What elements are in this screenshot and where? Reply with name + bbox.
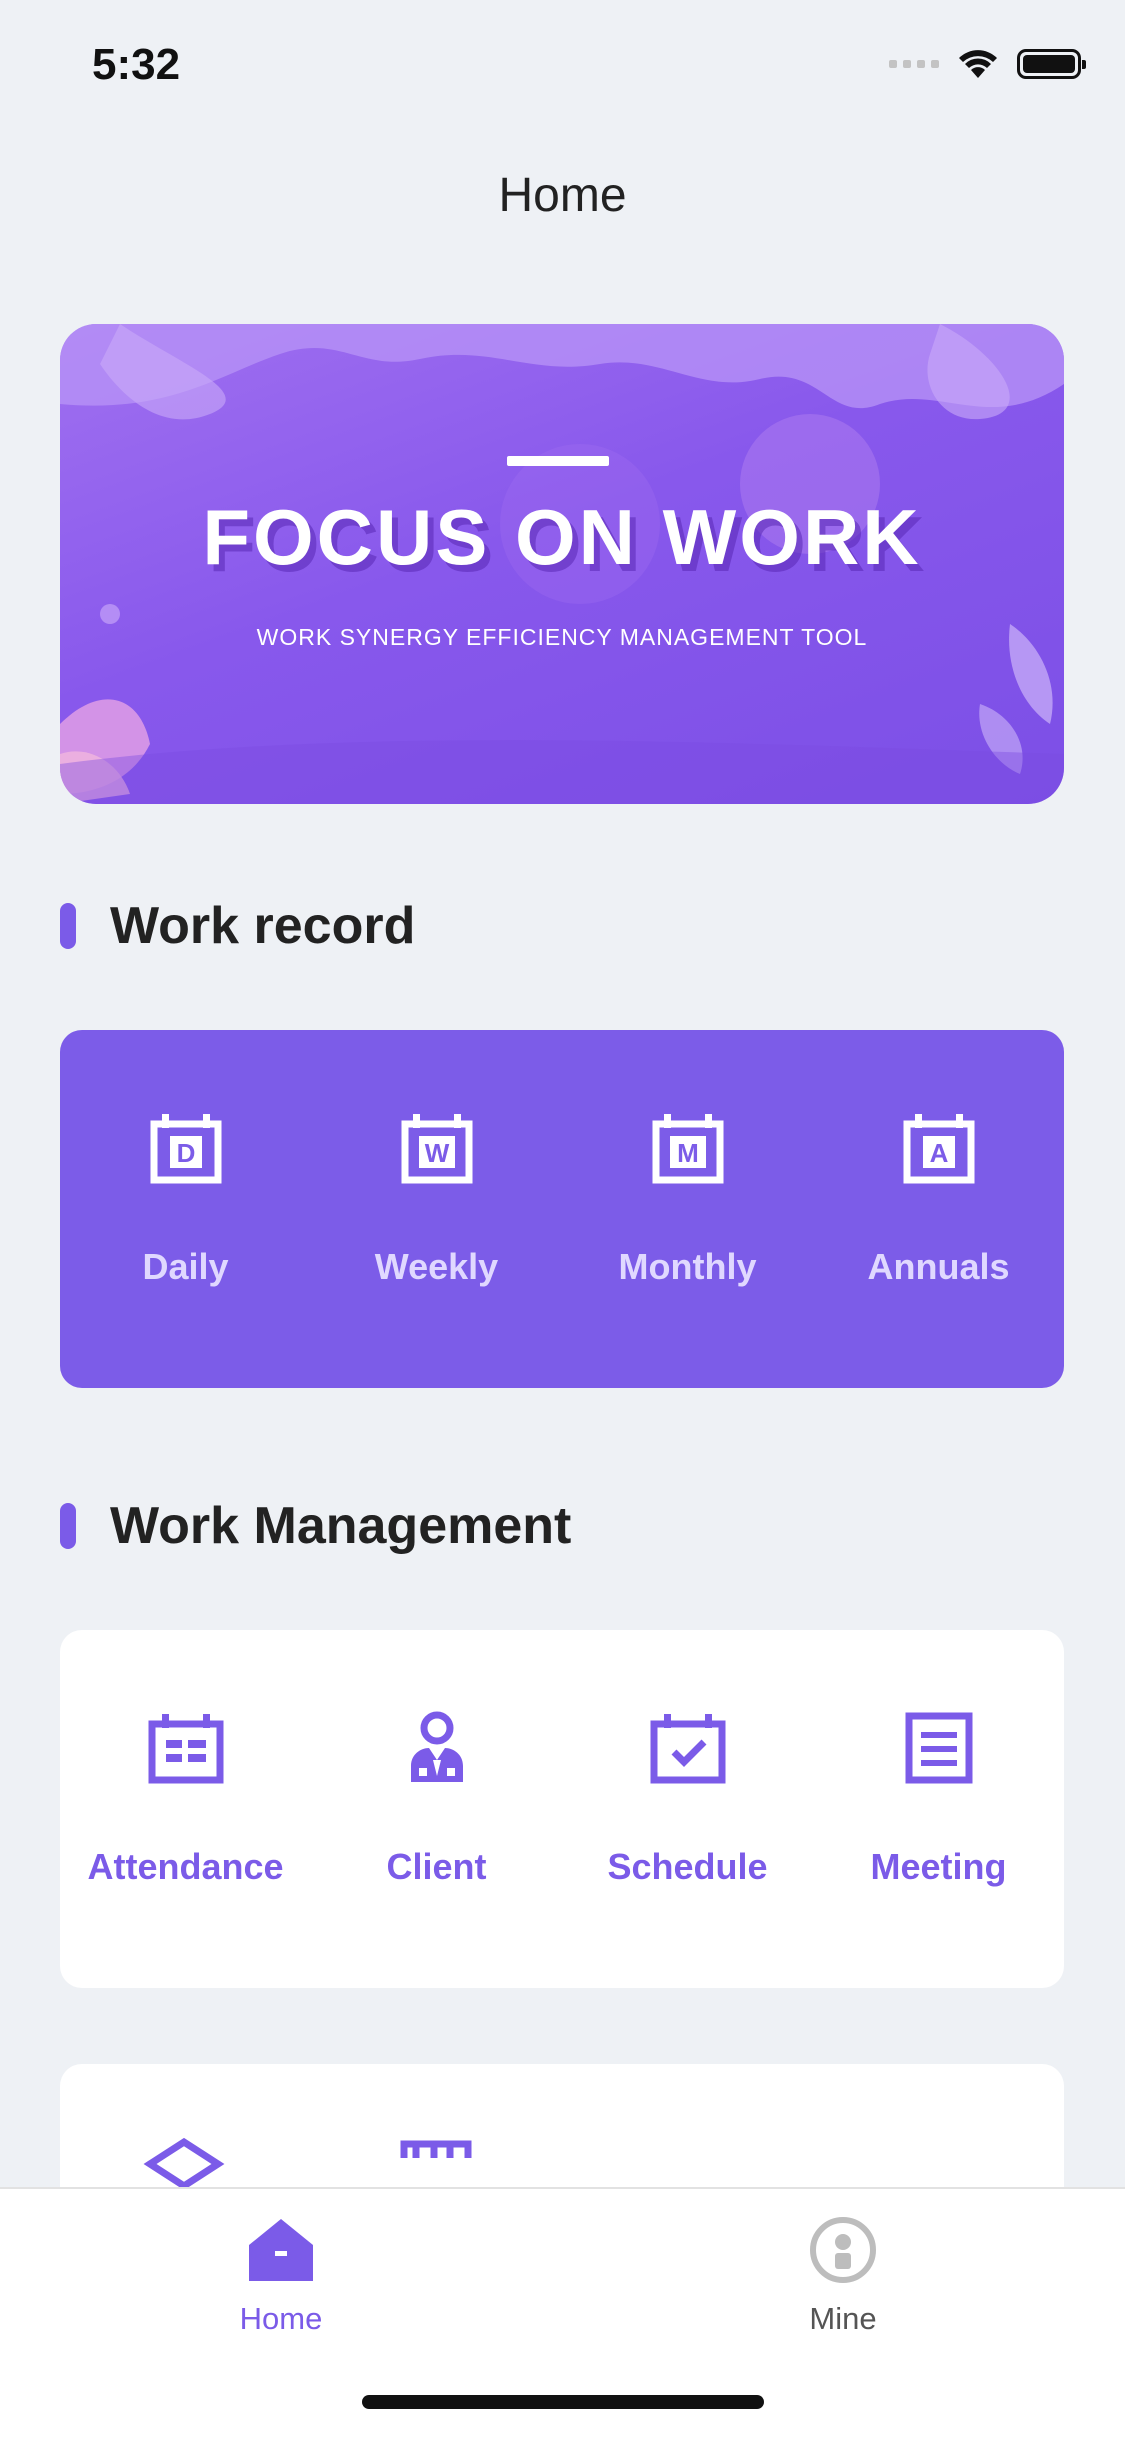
work-record-item-monthly[interactable]: M Monthly bbox=[562, 1030, 813, 1388]
svg-text:A: A bbox=[929, 1138, 948, 1168]
section-title-work-record: Work record bbox=[110, 897, 416, 955]
calendar-m-icon: M bbox=[652, 1114, 723, 1184]
work-management-card: Attendance Client Schedule Meeting bbox=[60, 1630, 1064, 1988]
calendar-w-icon: W bbox=[401, 1114, 472, 1184]
tab-mine[interactable]: Mine bbox=[562, 2189, 1124, 2349]
work-management-item-client[interactable]: Client bbox=[311, 1630, 562, 1988]
work-management-item-meeting[interactable]: Meeting bbox=[813, 1630, 1064, 1988]
svg-text:D: D bbox=[176, 1138, 195, 1168]
cellular-signal-icon bbox=[889, 60, 939, 68]
home-indicator bbox=[362, 2395, 764, 2409]
tab-label-home: Home bbox=[239, 2301, 323, 2336]
promo-banner[interactable]: FOCUS ON WORK WORK SYNERGY EFFICIENCY MA… bbox=[60, 324, 1064, 804]
wifi-icon bbox=[959, 50, 997, 78]
work-management-label: Schedule bbox=[607, 1846, 768, 1887]
work-management-label: Client bbox=[386, 1846, 487, 1887]
work-record-item-daily[interactable]: D Daily bbox=[60, 1030, 311, 1388]
work-record-label: Weekly bbox=[374, 1246, 499, 1287]
meeting-icon bbox=[905, 1712, 972, 1784]
calendar-a-icon: A bbox=[903, 1114, 974, 1184]
tab-home[interactable]: Home bbox=[0, 2189, 562, 2349]
svg-text:W: W bbox=[424, 1138, 449, 1168]
status-bar: 5:32 bbox=[0, 0, 1125, 140]
tab-label-mine: Mine bbox=[809, 2301, 877, 2336]
section-header-work-management: Work Management bbox=[60, 1496, 571, 1556]
calendar-d-icon: D bbox=[150, 1114, 221, 1184]
work-management-item-schedule[interactable]: Schedule bbox=[562, 1630, 813, 1988]
work-record-label: Daily bbox=[142, 1246, 229, 1287]
section-marker bbox=[60, 1503, 76, 1549]
work-management-label: Attendance bbox=[87, 1846, 284, 1887]
client-icon bbox=[410, 1711, 463, 1782]
banner-title: FOCUS ON WORK bbox=[202, 493, 922, 581]
banner-divider bbox=[507, 456, 609, 466]
schedule-icon bbox=[650, 1714, 725, 1784]
section-header-work-record: Work record bbox=[60, 896, 415, 956]
work-record-label: Annuals bbox=[867, 1246, 1010, 1287]
work-management-label: Meeting bbox=[870, 1846, 1007, 1887]
building-icon bbox=[400, 2140, 472, 2158]
attendance-icon bbox=[148, 1714, 223, 1784]
status-icons bbox=[889, 48, 1086, 80]
work-record-item-annuals[interactable]: A Annuals bbox=[813, 1030, 1064, 1388]
section-marker bbox=[60, 903, 76, 949]
page-title: Home bbox=[498, 169, 627, 222]
work-management-item-attendance[interactable]: Attendance bbox=[60, 1630, 311, 1988]
box-icon bbox=[143, 2137, 225, 2191]
home-icon bbox=[249, 2219, 313, 2281]
battery-icon bbox=[1017, 49, 1086, 79]
work-record-card: D Daily W Weekly M Monthly A Annuals bbox=[60, 1030, 1064, 1388]
status-time: 5:32 bbox=[92, 40, 181, 89]
work-record-item-weekly[interactable]: W Weekly bbox=[311, 1030, 562, 1388]
user-icon bbox=[810, 2217, 876, 2283]
section-title-work-management: Work Management bbox=[110, 1497, 572, 1555]
work-record-label: Monthly bbox=[618, 1246, 757, 1287]
svg-text:M: M bbox=[677, 1138, 699, 1168]
banner-subtitle: WORK SYNERGY EFFICIENCY MANAGEMENT TOOL bbox=[256, 624, 868, 650]
